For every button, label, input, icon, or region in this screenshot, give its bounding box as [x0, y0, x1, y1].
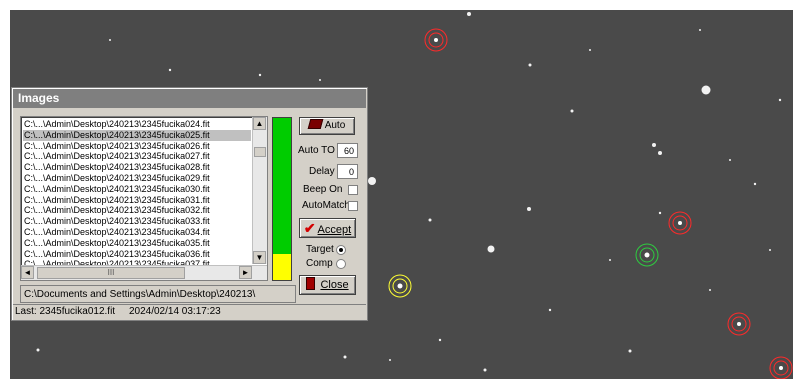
star	[343, 355, 347, 359]
scroll-right-icon[interactable]: ►	[239, 266, 252, 279]
target-label: Target	[306, 244, 334, 255]
star	[699, 29, 701, 31]
automatch-checkbox[interactable]	[348, 201, 358, 211]
file-list-item[interactable]: C:\...\Admin\Desktop\240213\2345fucika03…	[23, 195, 251, 206]
close-button[interactable]: Close	[299, 275, 356, 295]
automatch-label: AutoMatch	[302, 200, 350, 211]
printer-icon	[307, 119, 324, 129]
star	[467, 12, 471, 16]
red-target-marker-3[interactable]	[727, 312, 751, 336]
folder-path-field: C:\Documents and Settings\Admin\Desktop\…	[20, 285, 296, 303]
green-comp-marker[interactable]	[635, 243, 659, 267]
file-list-item[interactable]: C:\...\Admin\Desktop\240213\2345fucika02…	[23, 129, 251, 141]
star	[389, 359, 391, 361]
star	[658, 211, 662, 215]
scroll-up-icon[interactable]: ▲	[253, 117, 266, 130]
red-target-marker-4[interactable]	[769, 356, 793, 379]
level-meter	[272, 117, 292, 281]
delay-input[interactable]: 0	[337, 164, 358, 179]
auto-button-label: Auto	[324, 120, 346, 131]
horizontal-scrollbar[interactable]: ◄ III ►	[21, 265, 267, 280]
star	[778, 98, 782, 102]
target-radio[interactable]	[336, 245, 346, 255]
star	[609, 259, 611, 261]
red-target-marker-2[interactable]	[668, 211, 692, 235]
star	[701, 85, 711, 95]
auto-to-label: Auto TO	[298, 145, 335, 156]
comp-radio[interactable]	[336, 259, 346, 269]
vertical-scroll-thumb[interactable]	[254, 147, 266, 157]
star	[258, 73, 262, 77]
star	[628, 349, 632, 353]
images-window: Images C:\...\Admin\Desktop\240213\2345f…	[11, 87, 368, 321]
star	[319, 79, 321, 81]
file-list-item[interactable]: C:\...\Admin\Desktop\240213\2345fucika03…	[23, 205, 251, 216]
meter-yellow-fill	[273, 254, 291, 280]
scroll-left-icon[interactable]: ◄	[21, 266, 34, 279]
star	[709, 289, 711, 291]
checkmark-icon: ✔	[303, 220, 316, 236]
delay-label: Delay	[309, 166, 335, 177]
beep-on-checkbox[interactable]	[348, 185, 358, 195]
comp-label: Comp	[306, 258, 333, 269]
star	[548, 308, 552, 312]
yellow-check-marker[interactable]	[388, 274, 412, 298]
beep-on-label: Beep On	[303, 184, 343, 195]
star	[769, 249, 771, 251]
horizontal-scroll-thumb[interactable]: III	[37, 267, 185, 279]
star	[36, 348, 40, 352]
file-list-item[interactable]: C:\...\Admin\Desktop\240213\2345fucika02…	[23, 162, 251, 173]
red-target-marker-1[interactable]	[424, 28, 448, 52]
door-exit-icon	[306, 277, 316, 290]
status-bar: Last: 2345fucika012.fit 2024/02/14 03:17…	[13, 304, 366, 318]
file-list-item[interactable]: C:\...\Admin\Desktop\240213\2345fucika02…	[23, 119, 251, 130]
file-list-item[interactable]: C:\...\Admin\Desktop\240213\2345fucika02…	[23, 173, 251, 184]
star	[487, 245, 495, 253]
star	[652, 143, 656, 147]
star	[729, 159, 731, 161]
image-file-list[interactable]: C:\...\Admin\Desktop\240213\2345fucika02…	[20, 116, 268, 281]
file-list-item[interactable]: C:\...\Admin\Desktop\240213\2345fucika03…	[23, 227, 251, 238]
file-list-item[interactable]: C:\...\Admin\Desktop\240213\2345fucika03…	[23, 249, 251, 260]
file-list-item[interactable]: C:\...\Admin\Desktop\240213\2345fucika02…	[23, 141, 251, 152]
star	[438, 338, 442, 342]
file-list-item[interactable]: C:\...\Admin\Desktop\240213\2345fucika02…	[23, 151, 251, 162]
star	[109, 39, 111, 41]
file-list-item[interactable]: C:\...\Admin\Desktop\240213\2345fucika03…	[23, 184, 251, 195]
star	[658, 151, 662, 155]
accept-button-label: Accept	[317, 224, 352, 236]
star	[368, 177, 376, 185]
star	[428, 218, 432, 222]
scroll-down-icon[interactable]: ▼	[253, 251, 266, 264]
star	[589, 49, 591, 51]
meter-green-fill	[273, 118, 291, 255]
file-list-item[interactable]: C:\...\Admin\Desktop\240213\2345fucika03…	[23, 216, 251, 227]
file-list-item[interactable]: C:\...\Admin\Desktop\240213\2345fucika03…	[23, 238, 251, 249]
file-list-items: C:\...\Admin\Desktop\240213\2345fucika02…	[23, 119, 251, 270]
star	[168, 68, 172, 72]
star	[527, 207, 531, 211]
window-title[interactable]: Images	[13, 89, 366, 108]
star	[753, 182, 757, 186]
auto-button[interactable]: Auto	[299, 117, 355, 135]
star	[483, 368, 487, 372]
close-button-label: Close	[320, 279, 349, 291]
star	[570, 109, 574, 113]
vertical-scrollbar[interactable]: ▲ ▼	[252, 117, 267, 264]
accept-button[interactable]: ✔ Accept	[299, 218, 356, 238]
star	[528, 63, 532, 67]
auto-to-input[interactable]: 60	[337, 143, 358, 158]
